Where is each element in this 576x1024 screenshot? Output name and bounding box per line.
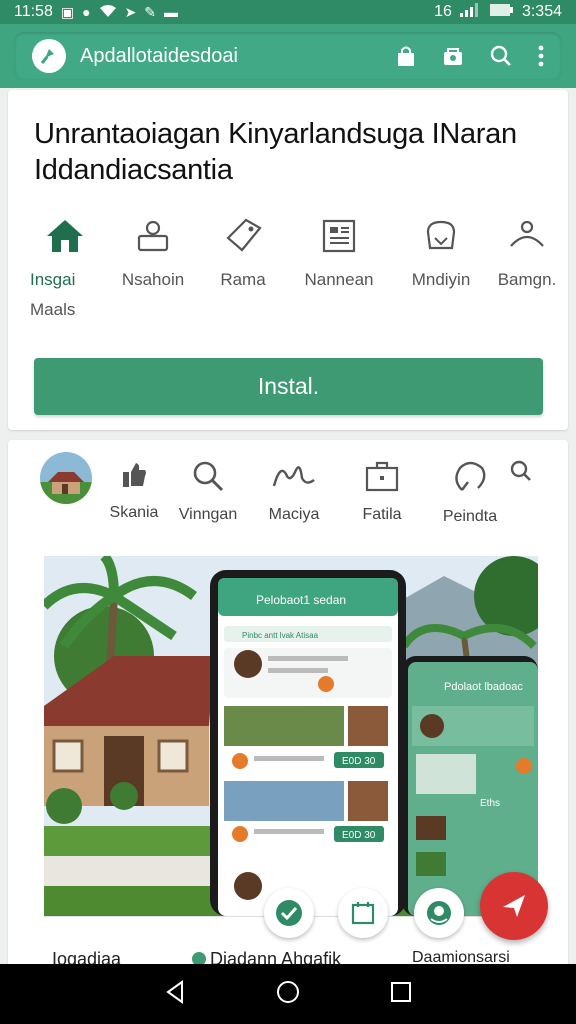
location-button[interactable]: [414, 888, 464, 938]
tab-search[interactable]: Vinngan: [168, 450, 248, 524]
status-bar: 11:58 ▣ ● ➤ ✎ ▬ 16 3:354: [0, 0, 576, 24]
recents-icon[interactable]: [390, 981, 412, 1008]
app-logo-icon[interactable]: [32, 39, 66, 73]
price-badge: E0D 30: [342, 756, 376, 767]
category-item-news[interactable]: Nannean: [294, 210, 384, 290]
category-label: Rama: [220, 270, 266, 289]
page-headline: Unrantaoiagan Kinyarlandsuga INaran Idda…: [34, 116, 554, 188]
signal-icon: [459, 2, 482, 22]
phone-search-text: Pinbc antt lvak Atisaa: [242, 631, 319, 640]
search-icon: [193, 461, 224, 492]
category-item-home[interactable]: Insgai Maals: [30, 210, 100, 320]
price-badge: E0D 30: [342, 830, 376, 841]
location-icon: ➤: [124, 4, 137, 20]
tab-label: Vinngan: [178, 506, 238, 523]
edit-notification-icon: ✎: [144, 4, 157, 20]
preview-image: Pelobaot1 sedan Pinbc antt lvak Atisaa E…: [44, 556, 538, 916]
image-notification-icon: ▣: [60, 4, 75, 20]
briefcase-icon: [365, 461, 399, 492]
news-icon: [322, 219, 356, 253]
dot-notification-icon: ●: [82, 4, 91, 20]
minus-notification-icon: ▬: [164, 4, 179, 20]
headline-line-2: Iddandiacsantia: [34, 154, 233, 186]
battery-icon: [489, 3, 514, 22]
more-options-icon[interactable]: [538, 45, 544, 67]
tab-label: Peindta: [442, 508, 498, 525]
tab-briefcase[interactable]: Fatila: [342, 450, 422, 524]
category-label: Nannean: [304, 270, 374, 289]
tab-label: Skania: [109, 504, 159, 521]
app-bar: Apdallotaidesdoai: [0, 24, 576, 88]
globe-pin-icon: [427, 901, 451, 925]
system-navigation-bar: [0, 964, 576, 1024]
tab-thumb[interactable]: Skania: [94, 450, 174, 522]
wifi-icon: [99, 4, 117, 20]
approve-button[interactable]: [264, 888, 314, 938]
network-type-label: 16: [434, 3, 452, 20]
home-icon: [47, 220, 83, 252]
tab-label: Fatila: [362, 506, 402, 523]
tag-icon: [226, 218, 262, 252]
app-title: Apdallotaidesdoai: [80, 44, 238, 67]
navigation-icon: [503, 895, 525, 917]
bag-icon: [426, 220, 456, 250]
person-card-icon: [137, 220, 169, 252]
back-icon[interactable]: [164, 979, 186, 1009]
phone-header-text: Pdolaot lbadoac: [444, 681, 523, 693]
category-item-user[interactable]: Bamgn.: [482, 210, 572, 290]
app-bar-container: Apdallotaidesdoai: [14, 32, 562, 80]
category-item-profile[interactable]: Nsahoin: [108, 210, 198, 290]
search-icon[interactable]: [490, 45, 512, 67]
store-icon[interactable]: [442, 45, 464, 67]
calendar-button[interactable]: [338, 888, 388, 938]
tab-search-small[interactable]: [486, 450, 556, 482]
category-row: Insgai Maals Nsahoin Rama Nannean Mndiyi…: [8, 210, 568, 330]
headline-line-1: Unrantaoiagan Kinyarlandsuga INaran: [34, 118, 517, 150]
thumb-icon: [123, 463, 146, 487]
secondary-tabs: Skania Vinngan Maciya Fatila Peindta: [8, 450, 568, 540]
tab-label: Maciya: [268, 506, 320, 523]
check-circle-icon: [276, 900, 302, 926]
category-label: Insgai: [30, 270, 76, 289]
user-icon: [510, 220, 544, 247]
category-label: Nsahoin: [121, 270, 185, 289]
category-label: Bamgn.: [497, 270, 557, 289]
search-icon: [510, 460, 531, 481]
phone-header-text: Pelobaot1 sedan: [256, 593, 346, 607]
category-item-tag[interactable]: Rama: [198, 210, 288, 290]
install-button[interactable]: Instal.: [34, 358, 543, 415]
tab-signature[interactable]: Maciya: [254, 450, 334, 524]
app-info-card: Unrantaoiagan Kinyarlandsuga INaran Idda…: [8, 90, 568, 430]
clock: 11:58: [14, 3, 53, 20]
home-nav-icon[interactable]: [276, 980, 300, 1009]
refresh-icon: [455, 461, 486, 491]
shopping-bag-icon[interactable]: [396, 45, 416, 67]
secondary-clock: 3:354: [521, 3, 562, 20]
phone-label: Eths: [480, 798, 500, 809]
navigate-fab[interactable]: [480, 872, 548, 940]
calendar-icon: [351, 902, 375, 925]
signature-icon: [272, 466, 315, 487]
category-item-bag[interactable]: Mndiyin: [396, 210, 486, 290]
category-label: Mndiyin: [411, 270, 471, 289]
category-sublabel: Maals: [30, 300, 76, 319]
